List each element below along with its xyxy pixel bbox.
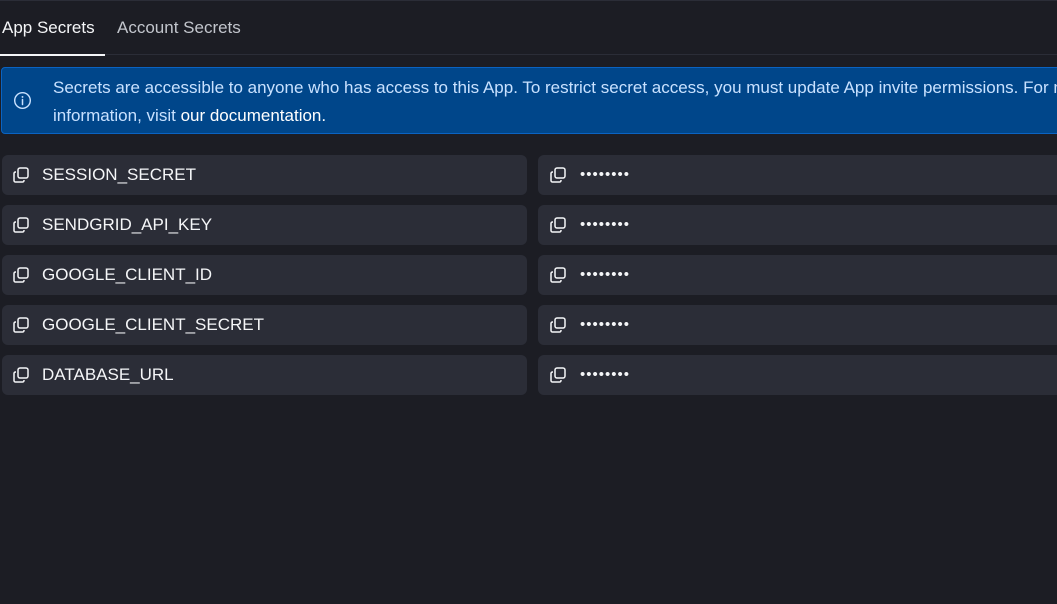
secret-value-field[interactable]: •••••••• [538, 305, 1057, 345]
secret-key-field[interactable]: SESSION_SECRET [2, 155, 527, 195]
secret-masked-value: •••••••• [580, 366, 631, 383]
tab-label: App Secrets [2, 18, 95, 37]
secret-row: SESSION_SECRET •••••••• [0, 155, 1057, 195]
active-tab-indicator [0, 54, 105, 56]
secret-value-field[interactable]: •••••••• [538, 155, 1057, 195]
documentation-link[interactable]: our documentation. [181, 106, 327, 125]
secret-row: GOOGLE_CLIENT_ID •••••••• [0, 255, 1057, 295]
copy-icon[interactable] [548, 315, 568, 335]
tab-label: Account Secrets [117, 18, 241, 37]
info-icon [13, 91, 32, 110]
tab-account-secrets[interactable]: Account Secrets [117, 1, 241, 55]
copy-icon[interactable] [11, 265, 31, 285]
copy-icon[interactable] [11, 215, 31, 235]
secret-masked-value: •••••••• [580, 216, 631, 233]
secret-masked-value: •••••••• [580, 266, 631, 283]
banner-message: Secrets are accessible to anyone who has… [53, 74, 1057, 130]
copy-icon[interactable] [548, 165, 568, 185]
copy-icon[interactable] [548, 215, 568, 235]
secrets-panel: App Secrets Account Secrets Secrets are … [0, 0, 1057, 604]
secret-masked-value: •••••••• [580, 316, 631, 333]
secret-value-field[interactable]: •••••••• [538, 355, 1057, 395]
secret-key-field[interactable]: GOOGLE_CLIENT_SECRET [2, 305, 527, 345]
secret-key-label: SENDGRID_API_KEY [42, 215, 213, 234]
copy-icon[interactable] [11, 165, 31, 185]
secret-key-field[interactable]: DATABASE_URL [2, 355, 527, 395]
tab-app-secrets[interactable]: App Secrets [0, 1, 105, 56]
secret-masked-value: •••••••• [580, 166, 631, 183]
secret-row: DATABASE_URL •••••••• [0, 355, 1057, 395]
copy-icon[interactable] [548, 365, 568, 385]
secret-key-label: GOOGLE_CLIENT_SECRET [42, 315, 265, 334]
copy-icon[interactable] [11, 365, 31, 385]
secret-key-label: GOOGLE_CLIENT_ID [42, 265, 213, 284]
secret-key-label: DATABASE_URL [42, 365, 174, 384]
copy-icon[interactable] [11, 315, 31, 335]
copy-icon[interactable] [548, 265, 568, 285]
secret-key-label: SESSION_SECRET [42, 165, 196, 184]
secrets-tabs: App Secrets Account Secrets [0, 1, 1057, 56]
secret-row: GOOGLE_CLIENT_SECRET •••••••• [0, 305, 1057, 345]
secret-key-field[interactable]: GOOGLE_CLIENT_ID [2, 255, 527, 295]
info-banner: Secrets are accessible to anyone who has… [1, 67, 1057, 134]
secret-key-field[interactable]: SENDGRID_API_KEY [2, 205, 527, 245]
secret-value-field[interactable]: •••••••• [538, 205, 1057, 245]
secret-value-field[interactable]: •••••••• [538, 255, 1057, 295]
secret-row: SENDGRID_API_KEY •••••••• [0, 205, 1057, 245]
